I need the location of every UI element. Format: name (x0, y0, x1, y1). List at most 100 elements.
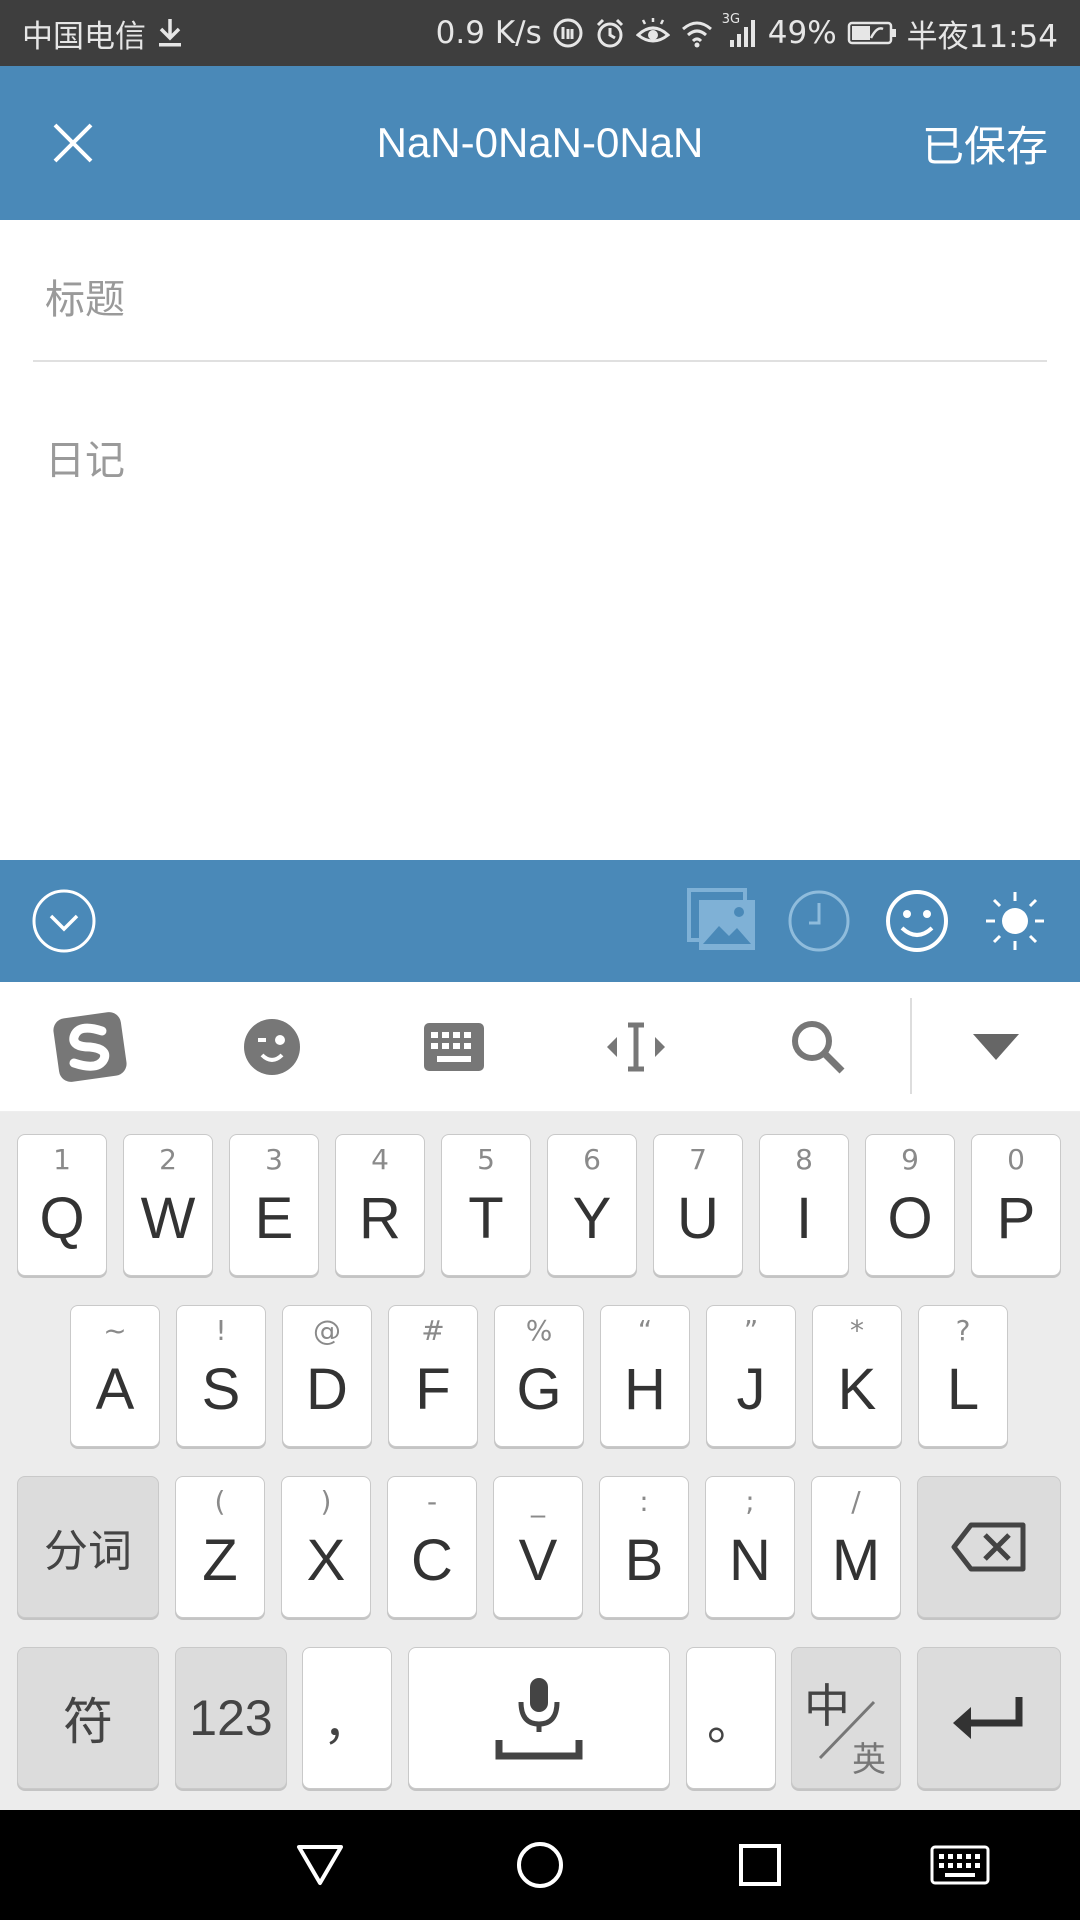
key-label: O (887, 1186, 933, 1251)
keyboard-switch-button[interactable] (414, 982, 494, 1112)
key-l[interactable]: ? L (918, 1305, 1008, 1447)
number-key[interactable]: 123 (175, 1647, 287, 1789)
diary-textarea[interactable] (33, 410, 1047, 850)
key-label: U (677, 1186, 719, 1251)
key-hint: # (421, 1314, 445, 1347)
clock-label: 半夜11:54 (906, 18, 1058, 55)
key-hint: 5 (477, 1143, 495, 1176)
key-label: V (518, 1528, 558, 1593)
comma-key[interactable]: ， (302, 1647, 392, 1789)
symbol-key[interactable]: 符 (17, 1647, 159, 1789)
key-hint: : (639, 1485, 649, 1518)
key-y[interactable]: 6Y (547, 1134, 637, 1276)
emoji-panel-button[interactable] (232, 982, 312, 1112)
key-j[interactable]: ” J (706, 1305, 796, 1447)
lang-secondary-label: 英 (852, 1740, 886, 1780)
key-i[interactable]: 8I (759, 1134, 849, 1276)
eye-comfort-icon (635, 18, 670, 48)
period-key[interactable]: 。 (686, 1647, 776, 1789)
key-hint: ” (743, 1314, 759, 1347)
insert-image-button[interactable] (686, 860, 758, 982)
enter-icon (953, 1697, 1023, 1739)
key-label: N (729, 1528, 771, 1593)
key-hint: 1 (53, 1143, 71, 1176)
nav-keyboard-button[interactable] (910, 1810, 1010, 1920)
insert-emoji-button[interactable] (884, 860, 950, 982)
key-hint: 2 (159, 1143, 177, 1176)
key-d[interactable]: @ D (282, 1305, 372, 1447)
title-input[interactable] (33, 240, 1047, 360)
key-hint: 6 (583, 1143, 601, 1176)
key-h[interactable]: “H (600, 1305, 690, 1447)
key-hint: - (426, 1485, 438, 1518)
net-speed-label: 0.9 K/s (435, 15, 542, 51)
key-f[interactable]: # F (388, 1305, 478, 1447)
collapse-keyboard-button[interactable] (28, 860, 100, 982)
key-o[interactable]: 9O (865, 1134, 955, 1276)
key-label: H (624, 1357, 666, 1422)
key-s[interactable]: ! S (176, 1305, 266, 1447)
nav-home-button[interactable] (500, 1810, 580, 1920)
key-v[interactable]: _ V (493, 1476, 583, 1618)
key-e[interactable]: 3E (229, 1134, 319, 1276)
key-x[interactable]: ) X (281, 1476, 371, 1618)
nav-recents-button[interactable] (720, 1810, 800, 1920)
key-label: T (468, 1186, 504, 1251)
cellular-signal-icon: 3G (722, 12, 758, 48)
key-label: P (996, 1186, 1036, 1251)
key-c[interactable]: -C (387, 1476, 477, 1618)
key-label: Z (202, 1528, 238, 1593)
segment-key-label: 分词 (44, 1526, 132, 1577)
editor-toolbar (0, 860, 1080, 982)
key-n[interactable]: ; N (705, 1476, 795, 1618)
key-r[interactable]: 4R (335, 1134, 425, 1276)
language-toggle-key[interactable]: 中 英 (791, 1647, 901, 1789)
key-g[interactable]: % G (494, 1305, 584, 1447)
key-hint: / (851, 1485, 861, 1518)
key-label: W (140, 1186, 196, 1251)
triangle-down-icon (973, 1034, 1019, 1060)
recents-square-icon (739, 1844, 781, 1886)
backspace-key[interactable] (917, 1476, 1061, 1618)
number-key-label: 123 (189, 1690, 273, 1746)
key-label: M (831, 1528, 881, 1593)
key-u[interactable]: 7U (653, 1134, 743, 1276)
network-type-label: 3G (721, 12, 741, 27)
toolbar-divider (910, 998, 912, 1094)
key-label: E (254, 1186, 294, 1251)
segment-key[interactable]: 分词 (17, 1476, 159, 1618)
battery-percent: 49% (767, 15, 837, 51)
status-bar: 中国电信 0.9 K/s 3G 49% 半夜11:54 (0, 0, 1080, 66)
key-z[interactable]: (Z (175, 1476, 265, 1618)
hide-keyboard-button[interactable] (956, 982, 1036, 1112)
key-p[interactable]: 0P (971, 1134, 1061, 1276)
sogou-logo-button[interactable] (48, 982, 132, 1112)
weather-button[interactable] (982, 860, 1048, 982)
back-triangle-icon (297, 1845, 343, 1885)
keyboard-icon (930, 1845, 990, 1885)
clock-icon (788, 890, 850, 952)
nav-back-button[interactable] (280, 1810, 360, 1920)
key-w[interactable]: 2W (123, 1134, 213, 1276)
enter-key[interactable] (917, 1647, 1061, 1789)
key-b[interactable]: :B (599, 1476, 689, 1618)
diary-field-wrapper (33, 410, 1047, 850)
key-hint: ) (320, 1485, 332, 1518)
key-label: S (201, 1357, 241, 1422)
insert-time-button[interactable] (786, 860, 852, 982)
key-k[interactable]: * K (812, 1305, 902, 1447)
search-button[interactable] (778, 982, 858, 1112)
key-m[interactable]: / M (811, 1476, 901, 1618)
key-hint: @ (313, 1314, 341, 1347)
key-hint: “ (637, 1314, 653, 1347)
space-key[interactable] (408, 1647, 670, 1789)
key-t[interactable]: 5T (441, 1134, 531, 1276)
key-q[interactable]: 1Q (17, 1134, 107, 1276)
sogou-logo-icon (53, 1012, 127, 1082)
chevron-down-circle-icon (32, 889, 96, 953)
key-a[interactable]: ~ A (70, 1305, 160, 1447)
cursor-move-button[interactable] (596, 982, 676, 1112)
saved-status[interactable]: 已保存 (922, 66, 1048, 220)
key-label: K (837, 1357, 877, 1422)
key-hint: ! (215, 1314, 227, 1347)
